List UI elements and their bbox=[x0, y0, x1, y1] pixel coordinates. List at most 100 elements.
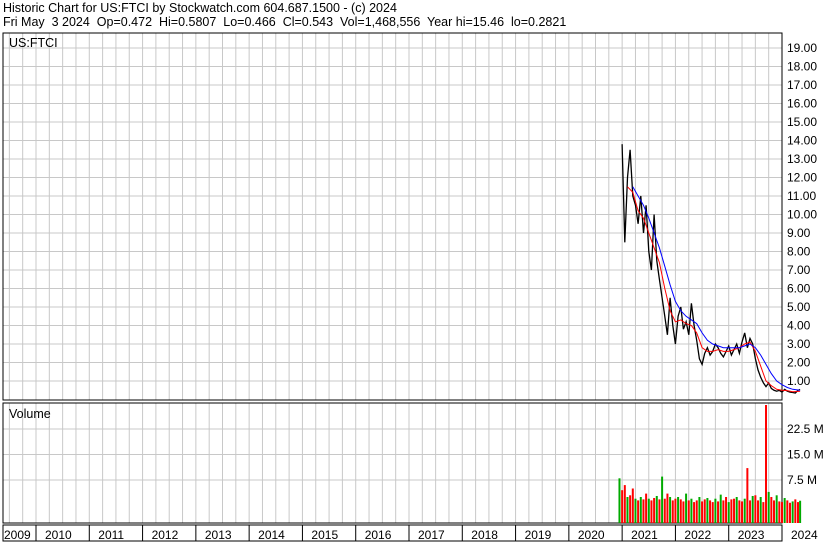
volume-tick-label: 15.0 M bbox=[787, 448, 824, 462]
volume-bar bbox=[658, 499, 661, 523]
year-tick-label: 2019 bbox=[525, 528, 552, 542]
price-grid bbox=[3, 47, 782, 382]
volume-bar bbox=[727, 502, 730, 523]
year-tick-label: 2022 bbox=[684, 528, 711, 542]
volume-bar bbox=[634, 498, 637, 523]
year-tick-label: 2024 bbox=[791, 528, 818, 542]
volume-tick-label: 7.5 M bbox=[787, 473, 817, 487]
volume-bar bbox=[791, 501, 794, 523]
volume-bar bbox=[786, 500, 789, 523]
volume-bar bbox=[743, 498, 746, 523]
volume-bar bbox=[695, 500, 698, 523]
price-axis-labels: 1.00 2.00 3.00 4.00 5.00 6.00 7.00 8.00 9.00 10.0… bbox=[787, 41, 817, 388]
volume-bar bbox=[754, 495, 757, 523]
volume-bar bbox=[796, 502, 799, 523]
volume-tick-label: 22.5 M bbox=[787, 422, 824, 436]
volume-axis-labels: 7.5 M 15.0 M 22.5 M bbox=[787, 422, 824, 487]
volume-bar bbox=[631, 488, 634, 523]
price-tick-label: 10.00 bbox=[787, 208, 817, 222]
volume-bar bbox=[690, 498, 693, 523]
volume-bar bbox=[722, 500, 725, 523]
volume-bar bbox=[701, 501, 704, 523]
year-tick-label: 2018 bbox=[471, 528, 498, 542]
volume-bar bbox=[746, 468, 749, 523]
year-tick-label: 2021 bbox=[631, 528, 658, 542]
price-tick-label: 6.00 bbox=[787, 282, 811, 296]
volume-bar bbox=[757, 500, 760, 523]
volume-bar bbox=[650, 500, 653, 523]
price-panel-frame bbox=[2, 32, 783, 401]
price-tick-label: 1.00 bbox=[787, 374, 811, 388]
price-tick-label: 13.00 bbox=[787, 152, 817, 166]
volume-bar bbox=[765, 405, 768, 523]
price-tick-label: 4.00 bbox=[787, 319, 811, 333]
price-tick-label: 18.00 bbox=[787, 60, 817, 74]
volume-bar bbox=[669, 497, 672, 523]
year-tick-label: 2015 bbox=[311, 528, 338, 542]
volume-bar bbox=[719, 494, 722, 523]
volume-bar bbox=[677, 497, 680, 523]
volume-bar bbox=[733, 498, 736, 523]
year-axis-labels: 2009 2010 2011 2012 2013 2014 2015 2016 2017 2018… bbox=[4, 528, 818, 542]
volume-bar bbox=[637, 500, 640, 523]
price-tick-label: 8.00 bbox=[787, 245, 811, 259]
volume-bar bbox=[730, 499, 733, 523]
price-tick-label: 12.00 bbox=[787, 171, 817, 185]
volume-bar bbox=[674, 498, 677, 523]
price-tick-label: 7.00 bbox=[787, 263, 811, 277]
volume-bar bbox=[693, 502, 696, 523]
volume-bar bbox=[759, 497, 762, 523]
volume-bar bbox=[773, 500, 776, 523]
volume-bar bbox=[762, 502, 765, 523]
year-grid bbox=[8, 33, 770, 541]
year-tick-label: 2020 bbox=[578, 528, 605, 542]
year-tick-label: 2011 bbox=[98, 528, 124, 542]
price-tick-label: 19.00 bbox=[787, 41, 817, 55]
volume-bar bbox=[775, 495, 778, 523]
price-panel-title: US:FTCI bbox=[9, 36, 58, 50]
volume-bar bbox=[711, 502, 714, 523]
volume-bar bbox=[666, 493, 669, 523]
year-tick-label: 2012 bbox=[152, 528, 179, 542]
volume-bar bbox=[703, 499, 706, 523]
volume-bar bbox=[642, 499, 645, 523]
price-tick-label: 2.00 bbox=[787, 356, 811, 370]
volume-bar bbox=[647, 498, 650, 523]
year-tick-label: 2013 bbox=[205, 528, 232, 542]
volume-bar bbox=[621, 490, 624, 523]
volume-grid bbox=[3, 428, 782, 481]
volume-bar bbox=[687, 500, 690, 523]
year-tick-label: 2014 bbox=[258, 528, 285, 542]
volume-bar bbox=[685, 493, 688, 523]
year-tick-label: 2009 bbox=[4, 528, 31, 542]
volume-bar bbox=[725, 497, 728, 523]
volume-bar bbox=[794, 499, 797, 523]
volume-bar bbox=[741, 501, 744, 523]
volume-bar bbox=[663, 498, 666, 523]
volume-bar bbox=[645, 493, 648, 523]
price-tick-label: 9.00 bbox=[787, 226, 811, 240]
volume-bar bbox=[698, 497, 701, 523]
year-tick-label: 2010 bbox=[45, 528, 72, 542]
volume-bar bbox=[714, 498, 717, 523]
volume-bar bbox=[679, 499, 682, 523]
volume-bar bbox=[682, 501, 685, 523]
year-tick-label: 2023 bbox=[738, 528, 765, 542]
volume-bar bbox=[770, 497, 773, 523]
volume-bar bbox=[629, 495, 632, 523]
volume-bar bbox=[751, 495, 754, 523]
price-tick-label: 11.00 bbox=[787, 189, 816, 203]
price-tick-label: 5.00 bbox=[787, 300, 811, 314]
volume-bar bbox=[778, 501, 781, 523]
volume-bar bbox=[799, 500, 802, 523]
volume-bar bbox=[639, 497, 642, 523]
volume-bar bbox=[735, 497, 738, 523]
price-tick-label: 3.00 bbox=[787, 337, 811, 351]
price-tick-label: 15.00 bbox=[787, 115, 817, 129]
volume-bar bbox=[781, 502, 783, 523]
stock-chart: US:FTCI Volume 1.00 2.00 3.00 4.00 5.00 6.00 7… bbox=[2, 32, 824, 542]
volume-bar bbox=[749, 500, 752, 523]
volume-bar bbox=[783, 498, 786, 523]
volume-bar bbox=[671, 500, 674, 523]
price-tick-label: 16.00 bbox=[787, 97, 817, 111]
